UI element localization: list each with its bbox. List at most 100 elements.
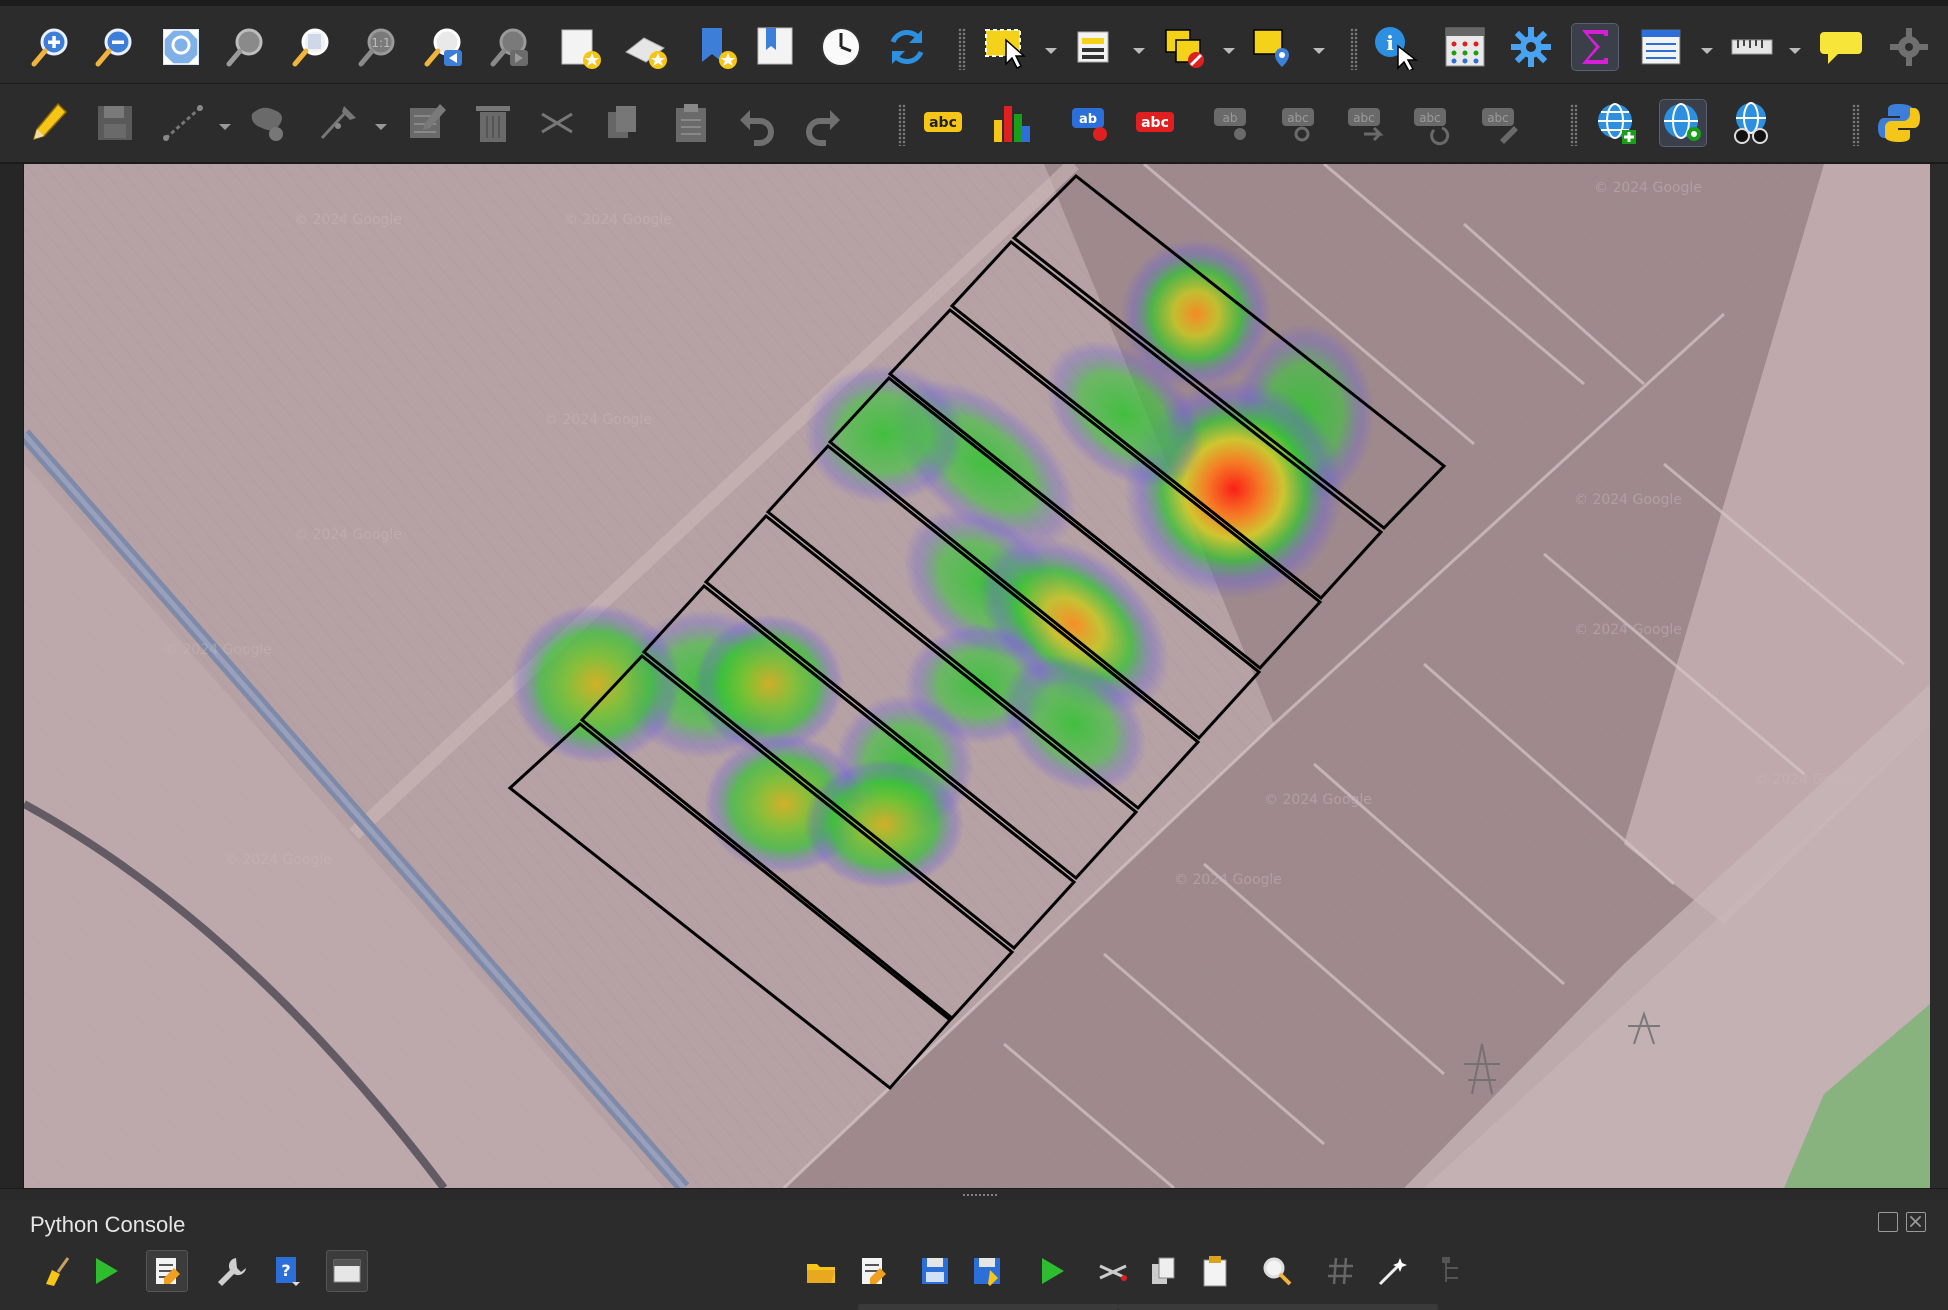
metasearch-binoculars-icon[interactable] [1728,100,1774,146]
label-properties-icon[interactable]: abc [1478,100,1524,146]
toolbar-grip[interactable] [1350,28,1358,70]
vertex-tool-icon[interactable] [316,100,362,146]
layer-labeling-icon[interactable]: abc [920,100,966,146]
toggle-editing-pencil-icon[interactable] [26,100,72,146]
redo-icon[interactable] [800,100,846,146]
temporal-controller-icon[interactable] [818,24,864,70]
pin-labels-icon[interactable]: ab [1068,100,1114,146]
select-features-icon[interactable] [982,24,1028,70]
open-script-icon[interactable] [800,1250,842,1292]
chevron-down-icon[interactable] [1044,46,1058,56]
undo-icon[interactable] [734,100,780,146]
dock-window-icon[interactable] [326,1250,368,1292]
close-panel-icon[interactable] [1906,1212,1926,1232]
metasearch-icon[interactable] [1659,99,1707,147]
highlight-pinned-labels-icon[interactable]: abc [1132,100,1178,146]
map-tips-icon[interactable] [1818,24,1864,70]
chevron-down-icon[interactable] [1788,46,1802,56]
show-spatial-bookmarks-icon[interactable] [752,24,798,70]
open-attribute-table-icon[interactable] [1442,24,1488,70]
toolbar-grip[interactable] [1570,104,1578,146]
zoom-to-layer-icon[interactable] [288,24,334,70]
rotate-label-icon[interactable]: abc [1344,100,1390,146]
cut-icon[interactable] [1092,1250,1134,1292]
toolbox-gear-icon[interactable] [1508,24,1554,70]
svg-text:ab: ab [1223,111,1238,125]
add-wms-layer-icon[interactable] [1594,100,1640,146]
identify-features-icon[interactable]: i [1372,24,1418,70]
copy-icon[interactable] [1142,1250,1184,1292]
show-hide-labels-icon[interactable]: ab [1210,100,1256,146]
run-command-icon[interactable] [84,1250,126,1292]
refresh-icon[interactable] [884,24,930,70]
help-icon[interactable]: ? [266,1250,308,1292]
watermark-text: © 2024 Google [1174,872,1282,888]
toolbar-grip[interactable] [958,28,966,70]
console-scrollbar[interactable] [1118,1304,1438,1310]
svg-text:abc: abc [1419,111,1441,125]
save-as-icon[interactable] [966,1250,1008,1292]
new-spatial-bookmark-icon[interactable] [694,24,740,70]
deselect-features-icon[interactable] [1162,24,1208,70]
new-3d-map-view-icon[interactable] [622,24,668,70]
paste-features-icon[interactable] [668,100,714,146]
watermark-text: © 2024 Google [164,642,272,658]
save-edits-icon[interactable] [92,100,138,146]
new-map-view-icon[interactable] [556,24,602,70]
splitter-handle[interactable] [962,1193,998,1197]
select-by-expression-icon[interactable] [1072,24,1118,70]
svg-text:ab: ab [1079,112,1097,127]
zoom-out-icon[interactable] [92,24,138,70]
watermark-text: © 2024 Google [1574,622,1682,638]
chevron-down-icon[interactable] [218,122,232,132]
zoom-in-icon[interactable] [28,24,74,70]
svg-text:i: i [1386,31,1394,55]
zoom-next-icon[interactable] [486,24,532,70]
chevron-down-icon[interactable] [1312,46,1326,56]
change-label-icon[interactable]: abc [1410,100,1456,146]
select-by-location-icon[interactable] [1250,24,1296,70]
open-in-external-editor-icon[interactable] [852,1250,894,1292]
attribute-table-icon[interactable] [1638,24,1684,70]
show-editor-icon[interactable] [146,1250,188,1292]
map-canvas[interactable]: © 2024 Google © 2024 Google © 2024 Googl… [24,164,1930,1188]
options-wrench-icon[interactable] [210,1250,252,1292]
object-inspector-icon[interactable] [1432,1250,1474,1292]
zoom-full-icon[interactable] [158,24,204,70]
copy-features-icon[interactable] [600,100,646,146]
zoom-to-selection-icon[interactable] [222,24,268,70]
chevron-down-icon[interactable] [1700,46,1714,56]
clear-console-icon[interactable] [34,1250,76,1292]
modify-attributes-icon[interactable] [404,100,450,146]
svg-text:abc: abc [1487,111,1509,125]
find-text-icon[interactable] [1256,1250,1298,1292]
move-label-icon[interactable]: abc [1278,100,1324,146]
diagram-options-icon[interactable] [990,100,1036,146]
zoom-native-resolution-icon[interactable]: 1:1 [354,24,400,70]
delete-selected-icon[interactable] [470,100,516,146]
panel-splitter[interactable] [0,1188,1948,1200]
run-script-icon[interactable] [1030,1250,1072,1292]
settings-gear-icon[interactable] [1886,24,1932,70]
chevron-down-icon[interactable] [1132,46,1146,56]
zoom-last-icon[interactable] [420,24,466,70]
magic-wand-icon[interactable] [1372,1250,1414,1292]
float-panel-icon[interactable] [1878,1212,1898,1232]
save-script-icon[interactable] [914,1250,956,1292]
measure-line-icon[interactable] [1728,24,1774,70]
console-scrollbar[interactable] [858,1304,1118,1310]
paste-icon[interactable] [1194,1250,1236,1292]
toolbar-grip[interactable] [1852,104,1860,146]
digitize-line-icon[interactable] [160,100,206,146]
svg-text:?: ? [281,1261,290,1280]
add-polygon-icon[interactable] [246,100,292,146]
python-console-icon[interactable] [1876,100,1922,146]
toolbar-grip[interactable] [898,104,906,146]
chevron-down-icon[interactable] [374,122,388,132]
statistical-summary-icon[interactable] [1571,23,1619,71]
chevron-down-icon[interactable] [1222,46,1236,56]
comment-hash-icon[interactable] [1320,1250,1362,1292]
svg-text:abc: abc [1287,111,1309,125]
cut-features-icon[interactable] [534,100,580,146]
watermark-text: © 2024 Google [1264,792,1372,808]
